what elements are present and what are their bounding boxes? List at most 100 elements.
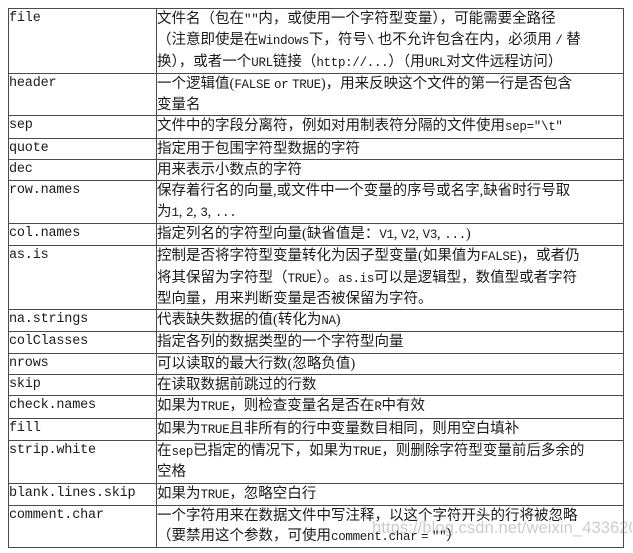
code-token: 2 <box>185 205 194 220</box>
description-line: 文件中的字段分离符，例如对用制表符分隔的文件使用sep="\t" <box>157 118 563 135</box>
code-token: = <box>421 530 429 545</box>
description-line: 可以读取的最大行数(忽略负值) <box>157 355 356 372</box>
parameter-description-cell: 文件名（包在""内，或使用一个字符型变量），可能需要全路径 （注意即使是在Wind… <box>156 8 624 74</box>
description-line: 空格 <box>157 464 186 481</box>
code-token: ... <box>214 205 237 220</box>
table-row: na.strings 代表缺失数据的值(转化为NA) <box>8 309 624 333</box>
description-line: 保存着行名的向量,或文件中一个变量的序号或名字,缺省时行号取 <box>157 183 571 200</box>
parameter-name-cell: blank.lines.skip <box>8 482 157 506</box>
description-line: 一个逻辑值(FALSE or TRUE)，用来反映这个文件的第一行是否包含 <box>157 75 573 92</box>
parameter-name-cell: file <box>8 8 157 74</box>
parameter-name-cell: as.is <box>8 245 157 311</box>
code-token: sep="\t" <box>505 120 563 135</box>
parameter-reference-table: file 文件名（包在""内，或使用一个字符型变量），可能需要全路径 （注意即使是在… <box>8 8 624 549</box>
parameter-description-cell: 可以读取的最大行数(忽略负值) <box>156 352 624 376</box>
parameter-description-cell: 用来表示小数点的字符 <box>156 159 624 182</box>
description-line: 如果为TRUE，则检查变量名是否在R中有效 <box>157 398 426 415</box>
table-row: file 文件名（包在""内，或使用一个字符型变量），可能需要全路径 （注意即使是在… <box>8 8 624 74</box>
description-line: 一个字符用来在数据文件中写注释，以这个字符开头的行将被忽略 <box>157 507 578 524</box>
table-row: check.names 如果为TRUE，则检查变量名是否在R中有效 <box>8 395 624 419</box>
code-token: sep <box>171 444 194 459</box>
code-token: TRUE <box>200 422 230 437</box>
parameter-name-cell: row.names <box>8 180 157 224</box>
code-token: NA <box>321 314 336 329</box>
code-token: V3 <box>422 227 438 242</box>
code-token: / <box>555 34 563 49</box>
description-line: 将其保留为字符型（TRUE）。as.is可以是逻辑型，数值型或者字符 <box>157 269 578 286</box>
description-line: （要禁用这个参数，可使用comment.char = ""） <box>157 528 461 545</box>
description-line: 控制是否将字符型变量转化为因子型变量(如果值为FALSE)，或者仍 <box>157 248 580 265</box>
description-line: 指定用于包围字符型数据的字符 <box>157 140 360 157</box>
parameter-description-cell: 在读取数据前跳过的行数 <box>156 374 624 397</box>
table-row: col.names 指定列名的字符型向量(缺省值是：V1, V2, V3, ...… <box>8 222 624 247</box>
description-line: 为1, 2, 3, ... <box>157 203 237 220</box>
description-line: 指定各列的数据类型的一个字符型向量 <box>157 334 404 351</box>
code-token: Windows <box>258 34 310 49</box>
code-token: or <box>273 77 289 92</box>
table-row: header 一个逻辑值(FALSE or TRUE)，用来反映这个文件的第一行是… <box>8 72 624 117</box>
code-token: TRUE <box>292 77 321 92</box>
description-line: 如果为TRUE且非所有的行中变量数目相同，则用空白填补 <box>157 420 520 437</box>
parameter-description-cell: 一个字符用来在数据文件中写注释，以这个字符开头的行将被忽略 （要禁用这个参数，可使… <box>156 504 624 549</box>
description-line: 在读取数据前跳过的行数 <box>157 377 317 394</box>
parameter-description-cell: 文件中的字段分离符，例如对用制表符分隔的文件使用sep="\t" <box>156 115 624 139</box>
table-body: file 文件名（包在""内，或使用一个字符型变量），可能需要全路径 （注意即使是在… <box>8 8 624 549</box>
parameter-description-cell: 如果为TRUE，则检查变量名是否在R中有效 <box>156 395 624 419</box>
parameter-name-cell: skip <box>8 374 157 397</box>
code-token: FALSE <box>480 250 517 265</box>
parameter-description-cell: 一个逻辑值(FALSE or TRUE)，用来反映这个文件的第一行是否包含 变量名 <box>156 72 624 117</box>
parameter-name-cell: sep <box>8 115 157 139</box>
code-token: TRUE <box>200 400 230 415</box>
code-token: TRUE <box>200 487 230 502</box>
code-token: V1 <box>379 227 394 242</box>
code-token: R <box>374 400 382 415</box>
description-line: 在sep已指定的情况下，如果为TRUE，则删除字符型变量前后多余的 <box>157 442 585 459</box>
description-line: 型向量，用来判断变量是否被保留为字符。 <box>157 290 433 307</box>
table-row: skip 在读取数据前跳过的行数 <box>8 374 624 397</box>
description-line: （注意即使是在Windows下，符号\ 也不允许包含在内，必须用 / 替 <box>157 32 581 49</box>
table-row: dec 用来表示小数点的字符 <box>8 159 624 182</box>
code-token: TRUE <box>287 271 317 286</box>
code-token: "" <box>431 530 447 545</box>
table-row: fill 如果为TRUE且非所有的行中变量数目相同，则用空白填补 <box>8 417 624 441</box>
code-token: FALSE <box>234 77 271 92</box>
code-token: \ <box>366 34 375 49</box>
description-line: 文件名（包在""内，或使用一个字符型变量），可能需要全路径 <box>157 11 556 27</box>
code-token: ... <box>444 227 466 242</box>
code-token: http://... <box>316 55 389 70</box>
code-token: URL <box>251 55 273 70</box>
parameter-description-cell: 在sep已指定的情况下，如果为TRUE，则删除字符型变量前后多余的 空格 <box>156 439 624 484</box>
code-token: comment.char <box>331 530 418 545</box>
code-token: 1 <box>171 205 180 220</box>
parameter-description-cell: 控制是否将字符型变量转化为因子型变量(如果值为FALSE)，或者仍 将其保留为字符… <box>156 245 624 311</box>
code-token: "" <box>244 13 259 27</box>
description-line: 指定列名的字符型向量(缺省值是：V1, V2, V3, ...) <box>157 225 471 242</box>
table-row: blank.lines.skip 如果为TRUE，忽略空白行 <box>8 482 624 506</box>
table-row: sep 文件中的字段分离符，例如对用制表符分隔的文件使用sep="\t" <box>8 115 624 139</box>
description-line: 如果为TRUE，忽略空白行 <box>157 485 317 502</box>
parameter-name-cell: na.strings <box>8 309 157 333</box>
table-row: nrows 可以读取的最大行数(忽略负值) <box>8 352 624 376</box>
description-line: 换），或者一个URL链接（http://...）（用URL对文件远程访问） <box>157 53 563 70</box>
parameter-name-cell: check.names <box>8 395 157 419</box>
parameter-description-cell: 代表缺失数据的值(转化为NA) <box>156 309 624 333</box>
table-row: quote 指定用于包围字符型数据的字符 <box>8 137 624 161</box>
parameter-name-cell: col.names <box>8 222 157 247</box>
description-line: 变量名 <box>157 97 201 114</box>
parameter-description-cell: 如果为TRUE且非所有的行中变量数目相同，则用空白填补 <box>156 417 624 441</box>
table-row: row.names 保存着行名的向量,或文件中一个变量的序号或名字,缺省时行号取为… <box>8 180 624 224</box>
code-token: 3 <box>200 205 208 220</box>
parameter-description-cell: 指定各列的数据类型的一个字符型向量 <box>156 331 624 354</box>
parameter-name-cell: strip.white <box>8 439 157 484</box>
parameter-description-cell: 保存着行名的向量,或文件中一个变量的序号或名字,缺省时行号取 为1, 2, 3, … <box>156 180 624 224</box>
table-row: strip.white 在sep已指定的情况下，如果为TRUE，则删除字符型变量前… <box>8 439 624 484</box>
parameter-name-cell: quote <box>8 137 157 161</box>
parameter-name-cell: nrows <box>8 352 157 376</box>
description-line: 代表缺失数据的值(转化为NA) <box>157 312 341 329</box>
parameter-description-cell: 如果为TRUE，忽略空白行 <box>156 482 624 506</box>
parameter-name-cell: header <box>8 72 157 117</box>
parameter-name-cell: fill <box>8 417 157 441</box>
document-root: https://blog.csdn.net/weixin_43362002 fi… <box>0 0 633 553</box>
parameter-description-cell: 指定用于包围字符型数据的字符 <box>156 137 624 161</box>
parameter-name-cell: colClasses <box>8 331 157 354</box>
